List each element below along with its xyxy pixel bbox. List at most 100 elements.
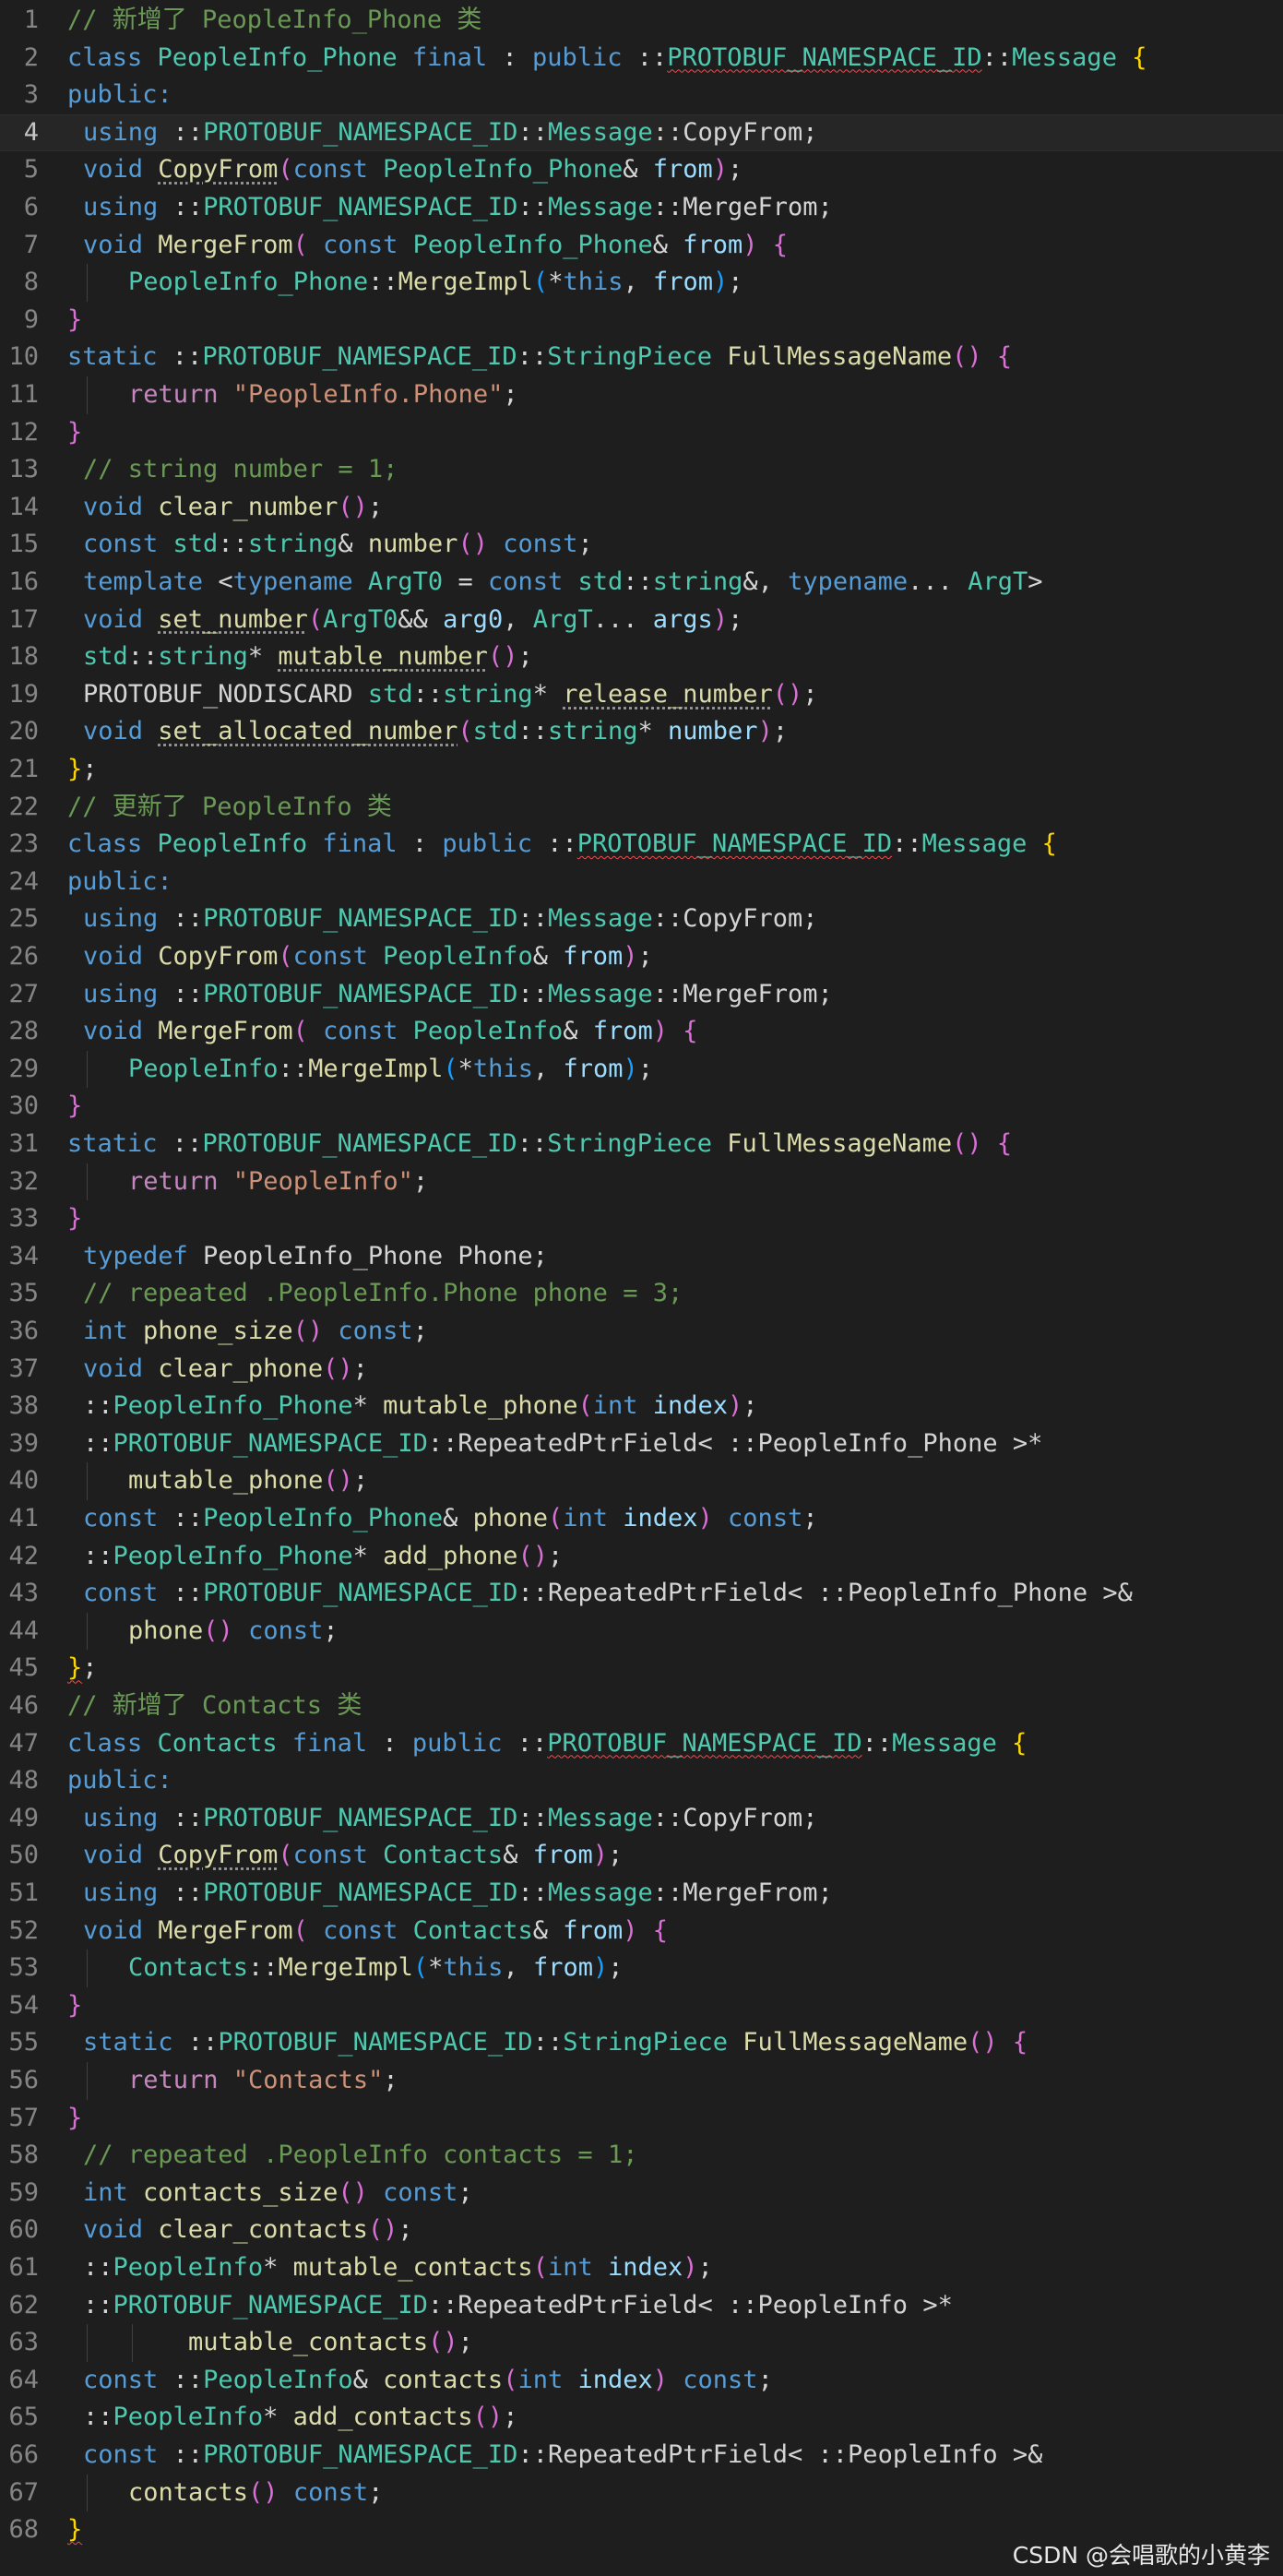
code-token: > bbox=[1028, 567, 1043, 596]
code-token: :: bbox=[218, 530, 248, 559]
code-line[interactable]: 31 static ::PROTOBUF_NAMESPACE_ID::String… bbox=[0, 1126, 1283, 1163]
code-line[interactable]: 37 void clear_phone(); bbox=[0, 1351, 1283, 1389]
code-token: from bbox=[563, 1915, 624, 1945]
code-line[interactable]: 21}; bbox=[0, 751, 1283, 789]
code-line[interactable]: 65::PeopleInfo* add_contacts(); bbox=[0, 2399, 1283, 2437]
code-line[interactable]: 63 mutable_contacts(); bbox=[0, 2324, 1283, 2362]
code-token: ... bbox=[592, 604, 653, 634]
code-line[interactable]: 61::PeopleInfo* mutable_contacts(int ind… bbox=[0, 2249, 1283, 2287]
line-number: 32 bbox=[8, 1166, 39, 1196]
code-line[interactable]: 41 const ::PeopleInfo_Phone& phone(int in… bbox=[0, 1500, 1283, 1538]
code-line[interactable]: 9} bbox=[0, 302, 1283, 340]
code-line[interactable]: 67 contacts() const; bbox=[0, 2475, 1283, 2512]
code-token: int bbox=[517, 2365, 578, 2394]
code-token: index bbox=[652, 1391, 729, 1421]
code-token: } bbox=[67, 1990, 83, 2020]
code-line[interactable]: 13 // string number = 1; bbox=[0, 451, 1283, 489]
code-line[interactable]: 14 void clear_number(); bbox=[0, 489, 1283, 527]
code-line[interactable]: 26 void CopyFrom(const PeopleInfo& from); bbox=[0, 938, 1283, 976]
code-token: args bbox=[652, 604, 713, 634]
code-token: from bbox=[563, 942, 624, 971]
code-token: PeopleInfo bbox=[113, 2403, 264, 2432]
code-token: phone bbox=[472, 1504, 548, 1532]
code-token: :: bbox=[517, 717, 548, 746]
code-token: const bbox=[83, 1579, 173, 1608]
code-line[interactable]: 15 const std::string& number() const; bbox=[0, 526, 1283, 564]
code-line[interactable]: 44 phone() const; bbox=[0, 1613, 1283, 1651]
code-line[interactable]: 53 Contacts::MergeImpl(*this, from); bbox=[0, 1950, 1283, 1987]
code-token: PeopleInfo_Phone bbox=[383, 155, 624, 185]
code-line[interactable]: 52 void MergeFrom( const Contacts& from) … bbox=[0, 1913, 1283, 1950]
code-line[interactable]: 20 void set_allocated_number(std::string*… bbox=[0, 713, 1283, 751]
code-line[interactable]: 18 std::string* mutable_number(); bbox=[0, 638, 1283, 676]
code-line[interactable]: 7 void MergeFrom( const PeopleInfo_Phone&… bbox=[0, 227, 1283, 265]
code-line[interactable]: 25 using ::PROTOBUF_NAMESPACE_ID::Message… bbox=[0, 900, 1283, 938]
code-line[interactable]: 66 const ::PROTOBUF_NAMESPACE_ID::Repeate… bbox=[0, 2437, 1283, 2475]
code-line[interactable]: 54} bbox=[0, 1987, 1283, 2025]
code-line[interactable]: 62::PROTOBUF_NAMESPACE_ID::RepeatedPtrFi… bbox=[0, 2287, 1283, 2325]
code-line[interactable]: 47 class Contacts final : public ::PROTOB… bbox=[0, 1725, 1283, 1763]
code-line[interactable]: 42::PeopleInfo_Phone* add_phone(); bbox=[0, 1538, 1283, 1576]
code-line[interactable]: 8 PeopleInfo_Phone::MergeImpl(*this, from… bbox=[0, 264, 1283, 302]
code-line[interactable]: 35 // repeated .PeopleInfo.Phone phone = … bbox=[0, 1275, 1283, 1313]
code-token: void bbox=[83, 942, 159, 971]
code-line[interactable]: 33} bbox=[0, 1200, 1283, 1238]
code-line[interactable]: 27 using ::PROTOBUF_NAMESPACE_ID::Message… bbox=[0, 976, 1283, 1014]
code-token: string bbox=[652, 567, 743, 596]
code-line[interactable]: 40 mutable_phone(); bbox=[0, 1462, 1283, 1500]
code-line[interactable]: 49 using ::PROTOBUF_NAMESPACE_ID::Message… bbox=[0, 1800, 1283, 1838]
code-line[interactable]: 5 void CopyFrom(const PeopleInfo_Phone& f… bbox=[0, 151, 1283, 189]
code-line[interactable]: 11 return "PeopleInfo.Phone"; bbox=[0, 376, 1283, 414]
code-token: ( bbox=[443, 1054, 458, 1083]
code-line[interactable]: 56 return "Contacts"; bbox=[0, 2062, 1283, 2100]
code-line[interactable]: 19 PROTOBUF_NODISCARD std::string* releas… bbox=[0, 676, 1283, 714]
code-token: * bbox=[247, 642, 279, 672]
code-line[interactable]: 6 using ::PROTOBUF_NAMESPACE_ID::Message:… bbox=[0, 189, 1283, 227]
code-line[interactable]: 24 public: bbox=[0, 864, 1283, 901]
code-line[interactable]: 30} bbox=[0, 1088, 1283, 1126]
code-token: MergeFrom bbox=[158, 230, 293, 259]
code-editor[interactable]: 1 // 新增了 PeopleInfo_Phone 类 2 class PeopleI… bbox=[0, 0, 1283, 2576]
code-line[interactable]: 38::PeopleInfo_Phone* mutable_phone(int … bbox=[0, 1388, 1283, 1425]
code-line[interactable]: 32 return "PeopleInfo"; bbox=[0, 1163, 1283, 1201]
code-line[interactable]: 39::PROTOBUF_NAMESPACE_ID::RepeatedPtrFi… bbox=[0, 1425, 1283, 1463]
code-line[interactable]: 58 // repeated .PeopleInfo contacts = 1; bbox=[0, 2137, 1283, 2175]
code-line[interactable]: 29 PeopleInfo::MergeImpl(*this, from); bbox=[0, 1051, 1283, 1089]
code-line[interactable]: 46 // 新增了 Contacts 类 bbox=[0, 1688, 1283, 1725]
code-token: public bbox=[442, 829, 548, 859]
code-token: ) bbox=[592, 1953, 609, 1983]
code-line[interactable]: 2 class PeopleInfo_Phone final : public :… bbox=[0, 40, 1283, 78]
line-number: 63 bbox=[8, 2328, 39, 2357]
code-line[interactable]: 10 static ::PROTOBUF_NAMESPACE_ID::String… bbox=[0, 339, 1283, 376]
code-line[interactable]: 34 typedef PeopleInfo_Phone Phone; bbox=[0, 1238, 1283, 1276]
code-line[interactable]: 45}; bbox=[0, 1650, 1283, 1688]
code-line[interactable]: 28 void MergeFrom( const PeopleInfo& from… bbox=[0, 1013, 1283, 1051]
code-token: this bbox=[443, 1953, 504, 1983]
code-token: index bbox=[623, 1504, 698, 1532]
code-token: public bbox=[411, 1728, 517, 1758]
code-line[interactable]: 57} bbox=[0, 2100, 1283, 2138]
code-line[interactable]: 1 // 新增了 PeopleInfo_Phone 类 bbox=[0, 2, 1283, 40]
line-number: 24 bbox=[8, 866, 39, 896]
code-line[interactable]: 59 int contacts_size() const; bbox=[0, 2175, 1283, 2212]
code-line[interactable]: 55 static ::PROTOBUF_NAMESPACE_ID::String… bbox=[0, 2024, 1283, 2062]
code-line[interactable]: 3 public: bbox=[0, 77, 1283, 114]
code-line[interactable]: 51 using ::PROTOBUF_NAMESPACE_ID::Message… bbox=[0, 1875, 1283, 1913]
code-line[interactable]: 4 using ::PROTOBUF_NAMESPACE_ID::Message:… bbox=[0, 113, 1283, 152]
code-text: // string number = 1; bbox=[83, 451, 398, 489]
code-line[interactable]: 23 class PeopleInfo final : public ::PROT… bbox=[0, 826, 1283, 864]
code-line[interactable]: 48 public: bbox=[0, 1762, 1283, 1800]
code-line[interactable]: 50 void CopyFrom(const Contacts& from); bbox=[0, 1837, 1283, 1875]
code-token: :: bbox=[172, 904, 204, 934]
code-line[interactable]: 64 const ::PeopleInfo& contacts(int index… bbox=[0, 2362, 1283, 2400]
code-line[interactable]: 36 int phone_size() const; bbox=[0, 1313, 1283, 1351]
code-line[interactable]: 43 const ::PROTOBUF_NAMESPACE_ID::Repeate… bbox=[0, 1575, 1283, 1613]
code-line[interactable]: 17 void set_number(ArgT0&& arg0, ArgT... … bbox=[0, 602, 1283, 639]
line-number: 10 bbox=[8, 342, 39, 372]
code-line[interactable]: 16 template <typename ArgT0 = const std::… bbox=[0, 564, 1283, 602]
code-line[interactable]: 12} bbox=[0, 414, 1283, 452]
line-number: 45 bbox=[8, 1653, 39, 1683]
code-line[interactable]: 22 // 更新了 PeopleInfo 类 bbox=[0, 789, 1283, 827]
code-token: : bbox=[382, 1728, 412, 1758]
code-line[interactable]: 60 void clear_contacts(); bbox=[0, 2212, 1283, 2249]
